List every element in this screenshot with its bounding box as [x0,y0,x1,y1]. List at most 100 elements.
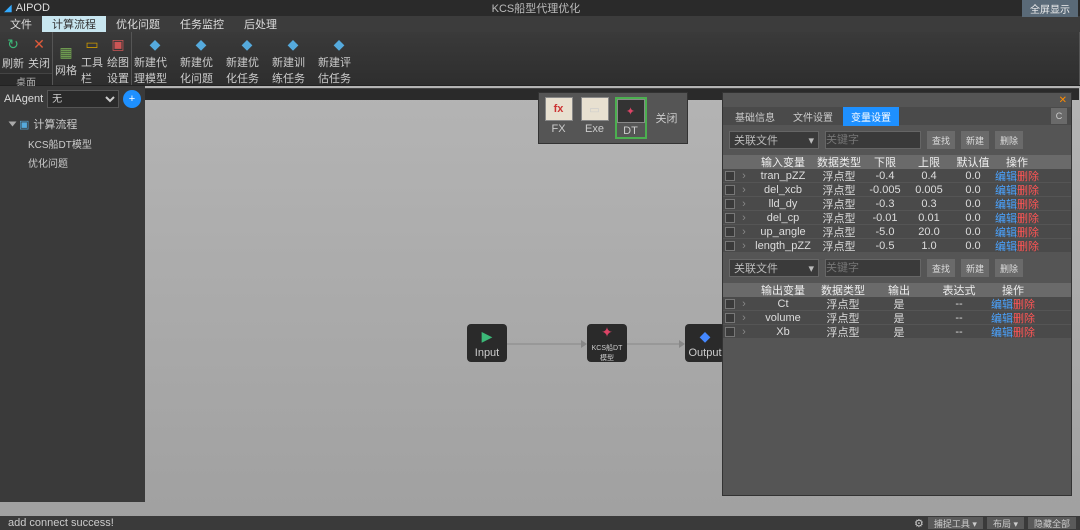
new-button[interactable]: 新建 [961,131,989,149]
diamond-icon: ◆ [191,34,211,54]
diamond-icon: ◆ [283,34,303,54]
row-checkbox[interactable] [725,227,735,237]
row-checkbox[interactable] [725,241,735,251]
panel-circle-button[interactable]: C [1051,108,1067,124]
row-checkbox[interactable] [725,199,735,209]
fx-icon: fx [554,103,564,115]
chevron-down-icon: ▾ [808,262,814,275]
tree-item-kcs-dt[interactable]: KCS船DT模型 [4,134,141,153]
row-checkbox[interactable] [725,327,735,337]
tree-item-optim[interactable]: 优化问题 [4,153,141,172]
diamond-icon: ◆ [237,34,257,54]
node-output[interactable]: ◆ Output [685,324,725,362]
find-button[interactable]: 查找 [927,131,955,149]
close-icon: ✕ [29,35,49,55]
aiagent-label: AIAgent [4,93,43,105]
refresh-icon: ↻ [3,35,23,55]
tool-close[interactable]: 关闭 [651,97,683,139]
find-button-2[interactable]: 查找 [927,259,955,277]
edit-link[interactable]: 编辑 [991,324,1013,340]
plus-icon: + [129,93,135,105]
plot-icon: ▣ [108,34,128,54]
gear-icon[interactable]: ⚙ [914,517,924,530]
new-eval-task-button[interactable]: ◆新建评估任务 [316,32,362,88]
output-variables-table: 输出变量 数据类型 输出 表达式 操作 ›Ct浮点型是--编辑删除›volume… [723,283,1071,339]
keyword-input[interactable] [825,131,921,149]
diamond-icon: ◆ [329,34,349,54]
grid-icon: ▦ [56,42,76,62]
menu-optim-problem[interactable]: 优化问题 [106,16,170,32]
output-icon: ◆ [700,328,711,345]
node-model[interactable]: ✦ KCS船DT 模型 [587,324,627,362]
snap-tool-button[interactable]: 捕捉工具 ▾ [928,517,983,529]
tool-exe[interactable]: ▭Exe [579,97,611,139]
menu-postprocess[interactable]: 后处理 [234,16,287,32]
app-name: AIPOD [16,2,50,14]
hide-all-button[interactable]: 隐藏全部 [1028,517,1076,529]
tab-file-settings[interactable]: 文件设置 [785,107,841,126]
document-title: KCS船型代理优化 [50,0,1022,16]
edit-link[interactable]: 编辑 [995,238,1017,254]
tree-root[interactable]: ▣计算流程 [4,114,141,134]
chevron-down-icon: ▾ [808,134,814,147]
row-checkbox[interactable] [725,299,735,309]
panel-close-button[interactable]: ✕ [1059,95,1067,106]
node-type-toolbar: fxFX ▭Exe ✦DT 关闭 [538,92,688,144]
related-file-select-2[interactable]: 关联文件▾ [729,259,819,277]
tool-fx[interactable]: fxFX [543,97,575,139]
menu-compute-flow[interactable]: 计算流程 [42,16,106,32]
related-file-select[interactable]: 关联文件▾ [729,131,819,149]
new-optim-problem-button[interactable]: ◆新建优化问题 [178,32,224,88]
close-desktop-button[interactable]: ✕关闭 [26,32,52,73]
delete-button[interactable]: 删除 [995,131,1023,149]
row-checkbox[interactable] [725,313,735,323]
row-checkbox[interactable] [725,185,735,195]
expand-icon [9,122,17,127]
title-bar: ◢ AIPOD KCS船型代理优化 全屏显示 [0,0,1080,16]
link-input-model [507,340,587,348]
menu-file[interactable]: 文件 [0,16,42,32]
status-bar: add connect success! ⚙ 捕捉工具 ▾ 布局 ▾ 隐藏全部 [0,516,1080,530]
app-logo-icon: ◢ [4,3,12,14]
play-icon: ▶ [482,328,493,345]
new-optim-task-button[interactable]: ◆新建优化任务 [224,32,270,88]
work-area: AIAgent 无 + ▣计算流程 KCS船DT模型 优化问题 fxFX ▭Ex… [0,86,1080,502]
plot-settings-button[interactable]: ▣绘图设置 [105,32,131,88]
diamond-icon: ◆ [145,34,165,54]
table-row[interactable]: ›Xb浮点型是--编辑删除 [723,325,1071,339]
ribbon: ↻刷新 ✕关闭 桌面 ▦网格 ▭工具栏 ▣绘图设置 画布 ◆新建代理模型 ◆新建… [0,32,1080,86]
grid-button[interactable]: ▦网格 [53,32,79,88]
input-variables-table: 输入变量 数据类型 下限 上限 默认值 操作 ›tran_pZZ浮点型-0.40… [723,155,1071,253]
toolbar-button[interactable]: ▭工具栏 [79,32,105,88]
toolbar-icon: ▭ [82,34,102,54]
menu-task-monitor[interactable]: 任务监控 [170,16,234,32]
add-agent-button[interactable]: + [123,90,141,108]
folder-icon: ▣ [19,118,29,131]
fullscreen-button[interactable]: 全屏显示 [1022,0,1078,17]
table-row[interactable]: ›length_pZZ浮点型-0.51.00.0编辑删除 [723,239,1071,253]
tool-dt[interactable]: ✦DT [615,97,647,139]
new-button-2[interactable]: 新建 [961,259,989,277]
properties-panel: ✕ 基础信息 文件设置 变量设置 C 关联文件▾ 查找 新建 删除 [722,92,1072,496]
node-input[interactable]: ▶ Input [467,324,507,362]
layout-button[interactable]: 布局 ▾ [987,517,1024,529]
delete-button-2[interactable]: 删除 [995,259,1023,277]
sidebar: AIAgent 无 + ▣计算流程 KCS船DT模型 优化问题 [0,86,145,502]
new-proxy-model-button[interactable]: ◆新建代理模型 [132,32,178,88]
delete-link[interactable]: 删除 [1017,238,1039,254]
row-checkbox[interactable] [725,171,735,181]
menu-bar: 文件 计算流程 优化问题 任务监控 后处理 [0,16,1080,32]
aiagent-select[interactable]: 无 [47,90,119,108]
keyword-input-2[interactable] [825,259,921,277]
link-model-output [627,340,685,348]
refresh-button[interactable]: ↻刷新 [0,32,26,73]
row-checkbox[interactable] [725,213,735,223]
new-training-task-button[interactable]: ◆新建训练任务 [270,32,316,88]
delete-link[interactable]: 删除 [1013,324,1035,340]
exe-icon: ▭ [589,103,599,116]
model-icon: ✦ [601,324,613,341]
tab-basic-info[interactable]: 基础信息 [727,107,783,126]
canvas-area[interactable]: fxFX ▭Exe ✦DT 关闭 ▶ Input ✦ KCS船DT 模型 ◆ O… [145,86,1080,502]
status-message: add connect success! [0,517,114,529]
tab-variable-settings[interactable]: 变量设置 [843,107,899,126]
